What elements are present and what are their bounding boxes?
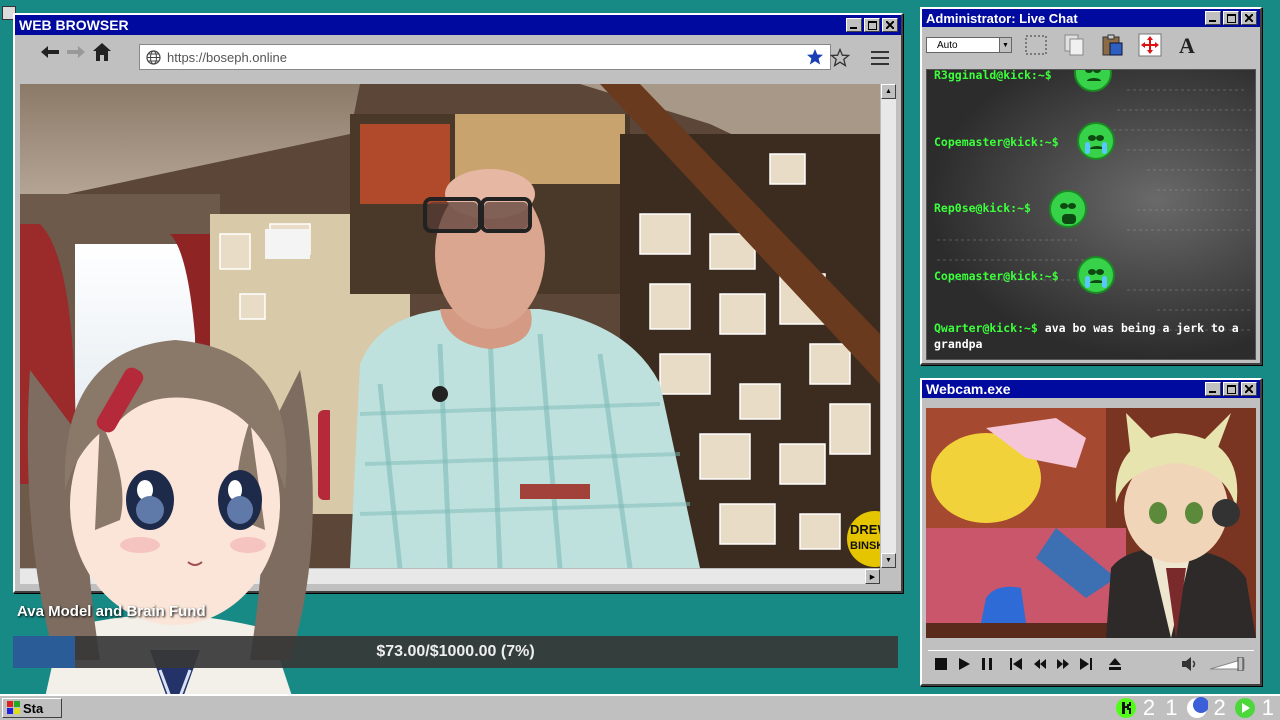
skip-back-icon[interactable] — [1010, 656, 1023, 672]
svg-text:A: A — [1179, 33, 1195, 57]
fast-forward-icon[interactable] — [1056, 656, 1069, 672]
kick-viewer-count: 2 1 — [1142, 695, 1180, 720]
size-select-value: Auto — [937, 39, 958, 51]
pepe-distressed-icon — [1049, 190, 1087, 228]
pepe-crying-icon — [1077, 122, 1115, 160]
kick-icon[interactable] — [1115, 697, 1137, 719]
minimize-button[interactable] — [1205, 382, 1221, 396]
favorites-star-icon[interactable] — [827, 45, 853, 71]
volume-icon[interactable] — [1182, 656, 1198, 672]
back-arrow-icon[interactable] — [37, 39, 63, 65]
pepe-crying-icon — [1077, 256, 1115, 294]
font-icon[interactable]: A — [1174, 31, 1202, 59]
bookmarked-star-icon[interactable] — [806, 48, 824, 66]
browser-titlebar[interactable]: WEB BROWSER — [15, 15, 901, 35]
chat-message: Copemaster@kick:~$ — [934, 269, 1059, 283]
maximize-button[interactable] — [1223, 11, 1239, 25]
globe-icon — [146, 49, 161, 65]
menu-icon[interactable] — [867, 45, 893, 71]
vertical-scrollbar[interactable]: ▲ ▼ — [880, 84, 896, 568]
windows-logo-icon — [7, 701, 20, 714]
webcam-feed — [926, 408, 1256, 638]
fund-title: Ava Model and Brain Fund — [17, 603, 206, 620]
drew-sign-text: DREW — [850, 522, 880, 537]
forward-arrow-icon[interactable] — [63, 39, 89, 65]
volume-slider[interactable] — [1208, 656, 1248, 672]
scroll-down-arrow-icon[interactable]: ▼ — [881, 553, 896, 568]
chat-window: Administrator: Live Chat Auto ▼ A R3ggin… — [920, 7, 1262, 365]
webcam-titlebar[interactable]: Webcam.exe — [922, 380, 1260, 398]
start-label: Sta — [23, 700, 44, 716]
selection-icon[interactable] — [1022, 31, 1050, 59]
copy-icon[interactable] — [1060, 31, 1088, 59]
fund-progress-text: $73.00/$1000.00 (7%) — [376, 643, 535, 660]
chat-title: Administrator: Live Chat — [926, 10, 1078, 26]
pause-icon[interactable] — [981, 656, 994, 672]
play-icon[interactable] — [957, 656, 970, 672]
minimize-button[interactable] — [846, 18, 862, 32]
chat-toolbar: Auto ▼ A — [922, 27, 1260, 63]
stop-icon[interactable] — [934, 656, 947, 672]
chat-message: Qwarter@kick:~$ ava bo was being a jerk … — [934, 320, 1244, 352]
chat-message: Rep0se@kick:~$ — [934, 201, 1031, 215]
start-button[interactable]: Sta — [2, 698, 62, 718]
chat-message: Copemaster@kick:~$ — [934, 135, 1059, 149]
close-button[interactable] — [1241, 11, 1257, 25]
move-icon[interactable] — [1136, 31, 1164, 59]
scroll-right-arrow-icon[interactable]: ▶ — [865, 569, 880, 584]
play-circle-icon[interactable] — [1234, 697, 1256, 719]
maximize-button[interactable] — [1223, 382, 1239, 396]
chat-username: Copemaster@kick:~$ — [934, 135, 1059, 149]
home-icon[interactable] — [89, 39, 115, 65]
maximize-button[interactable] — [864, 18, 880, 32]
chat-message: R3gginald@kick:~$ — [934, 69, 1052, 82]
chevron-down-icon: ▼ — [999, 38, 1011, 52]
size-select[interactable]: Auto ▼ — [926, 37, 1012, 53]
close-button[interactable] — [1241, 382, 1257, 396]
system-tray: 2 1 2 1 — [1115, 695, 1276, 720]
svg-text:BINSK: BINSK — [850, 540, 880, 552]
address-bar[interactable]: https://boseph.online — [139, 44, 831, 70]
moon-count: 2 — [1213, 695, 1228, 720]
chat-username: Qwarter@kick:~$ — [934, 321, 1038, 335]
skip-forward-icon[interactable] — [1080, 656, 1093, 672]
taskbar: Sta 2 1 2 1 — [0, 694, 1280, 720]
url-text: https://boseph.online — [167, 49, 287, 65]
minimize-button[interactable] — [1205, 11, 1221, 25]
chat-username: R3gginald@kick:~$ — [934, 69, 1052, 82]
scroll-up-arrow-icon[interactable]: ▲ — [881, 84, 896, 99]
chat-titlebar[interactable]: Administrator: Live Chat — [922, 9, 1260, 27]
chat-username: Copemaster@kick:~$ — [934, 269, 1059, 283]
webcam-window: Webcam.exe — [920, 378, 1262, 686]
webcam-title: Webcam.exe — [926, 381, 1011, 397]
paste-icon[interactable] — [1098, 31, 1126, 59]
fund-progress-bar: $73.00/$1000.00 (7%) — [13, 636, 898, 668]
browser-title: WEB BROWSER — [19, 17, 129, 33]
eject-icon[interactable] — [1109, 656, 1122, 672]
chat-username: Rep0se@kick:~$ — [934, 201, 1031, 215]
moon-icon[interactable] — [1186, 697, 1208, 719]
play-count: 1 — [1261, 695, 1276, 720]
chat-log[interactable]: R3gginald@kick:~$ Copemaster@kick:~$ Rep… — [926, 69, 1256, 360]
rewind-icon[interactable] — [1033, 656, 1046, 672]
media-controls — [928, 650, 1254, 676]
close-button[interactable] — [882, 18, 898, 32]
